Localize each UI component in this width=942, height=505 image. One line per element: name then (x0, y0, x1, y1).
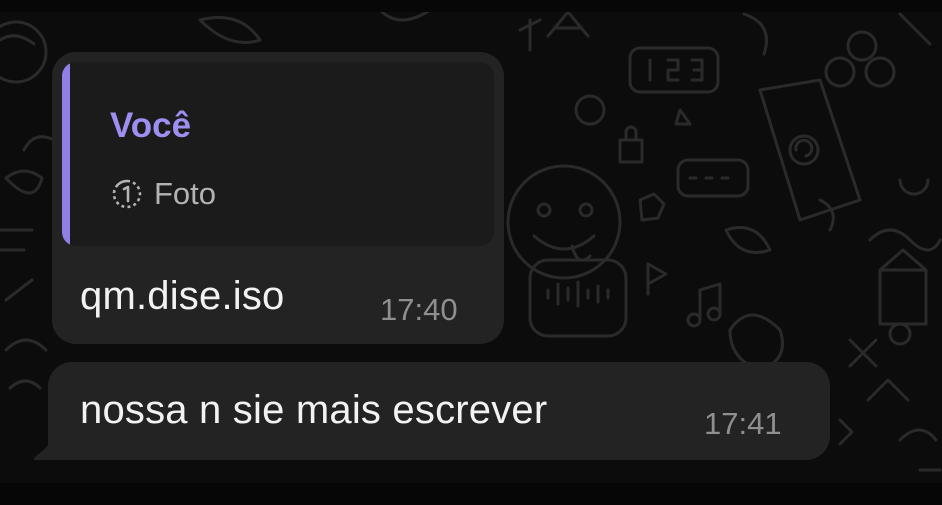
message-bubble[interactable]: nossa n sie mais escrever 17:41 (48, 362, 830, 460)
quoted-media: Foto (110, 176, 216, 212)
message-bubble-reply[interactable]: Você Foto qm.dise.iso 17:40 (52, 52, 504, 344)
bottom-edge (0, 483, 942, 505)
quoted-media-label: Foto (154, 176, 217, 211)
quoted-message[interactable]: Você Foto (62, 62, 494, 246)
message-text: nossa n sie mais escrever (80, 388, 548, 432)
message-timestamp: 17:40 (380, 292, 458, 327)
top-edge (0, 0, 942, 12)
chat-area: Você Foto qm.dise.iso 17:40 nossa n sie … (0, 0, 942, 505)
view-once-icon (112, 179, 142, 209)
quote-accent-bar (62, 62, 70, 246)
message-timestamp: 17:41 (704, 406, 782, 441)
message-text: qm.dise.iso (80, 274, 285, 318)
quoted-author: Você (110, 106, 192, 145)
